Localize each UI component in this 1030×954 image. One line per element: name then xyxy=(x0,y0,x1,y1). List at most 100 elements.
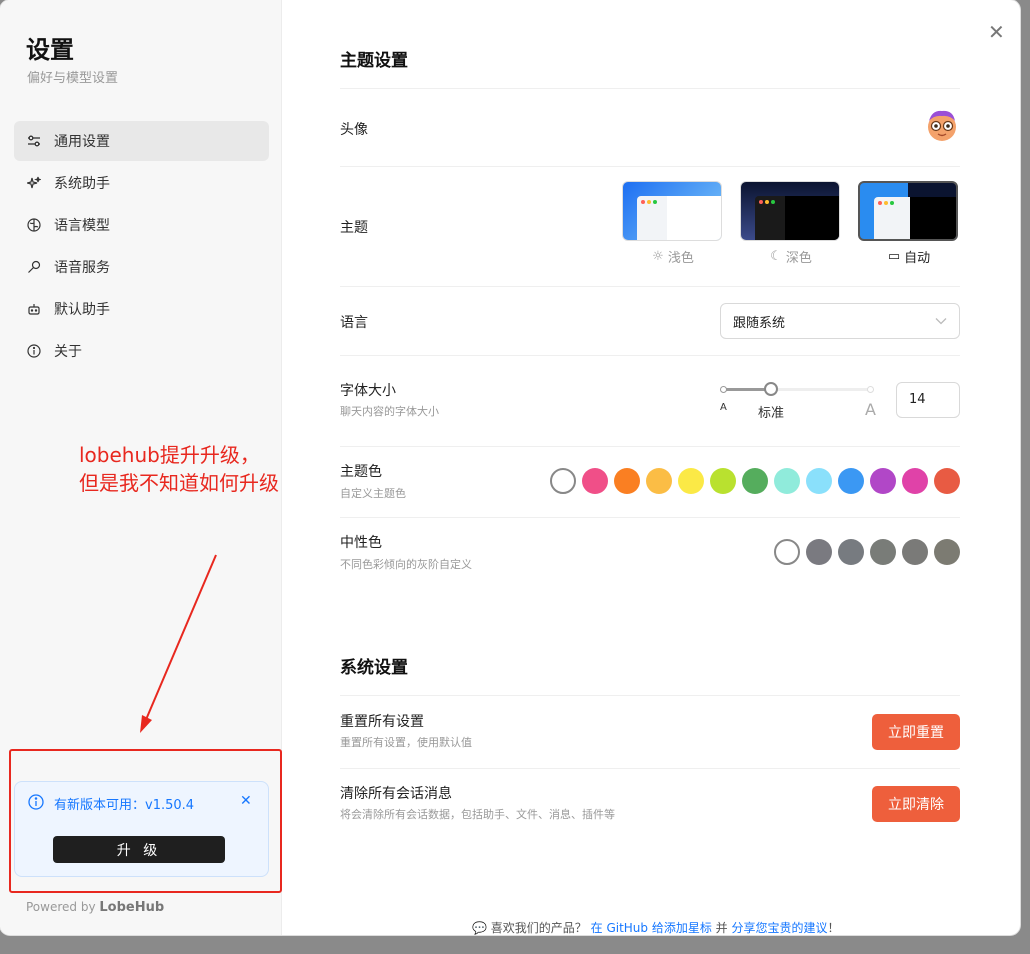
sidebar-item-llm[interactable]: 语言模型 xyxy=(14,205,269,245)
sidebar-item-label: 默认助手 xyxy=(54,302,110,318)
close-icon[interactable]: ✕ xyxy=(988,22,1005,42)
theme-preview-dark xyxy=(740,181,840,241)
system-section-title: 系统设置 xyxy=(340,658,408,678)
avatar-row: 头像 xyxy=(340,88,960,166)
moon-icon: ☾ xyxy=(770,249,782,264)
sidebar-item-label: 关于 xyxy=(54,344,82,360)
reset-label: 重置所有设置 xyxy=(340,714,424,730)
font-size-max-mark: A xyxy=(865,400,876,419)
color-swatch[interactable] xyxy=(582,468,608,494)
slider-handle[interactable] xyxy=(764,382,778,396)
main-panel: ✕ 主题设置 头像 主题 ☼ 浅色 ☾ 深色 ▭ 自动 语言 跟随系统 字体大小… xyxy=(282,0,1020,935)
footer: 💬 喜欢我们的产品？ 在 GitHub 给添加星标 并 分享您宝贵的建议！ xyxy=(472,919,840,935)
color-swatch[interactable] xyxy=(774,539,800,565)
color-swatch[interactable] xyxy=(806,539,832,565)
primary-color-swatches xyxy=(550,468,960,494)
primary-color-label: 主题色 xyxy=(340,464,382,480)
theme-option-auto[interactable]: ▭ 自动 xyxy=(858,181,960,266)
font-size-mid-mark: 标准 xyxy=(758,406,785,421)
sidebar-item-about[interactable]: 关于 xyxy=(14,331,269,371)
theme-preview-light xyxy=(622,181,722,241)
sidebar-item-label: 语音服务 xyxy=(54,260,110,276)
font-size-min-mark: A xyxy=(720,402,727,413)
bot-icon xyxy=(26,301,42,317)
reset-row: 重置所有设置 重置所有设置，使用默认值 立即重置 xyxy=(340,695,960,768)
language-label: 语言 xyxy=(340,315,368,331)
feedback-link[interactable]: 分享您宝贵的建议 xyxy=(732,921,828,935)
avatar[interactable] xyxy=(924,107,960,143)
color-swatch[interactable] xyxy=(934,468,960,494)
sidebar-item-label: 通用设置 xyxy=(54,134,110,150)
sidebar: 设置 偏好与模型设置 通用设置 系统助手 语言模型 语音服务 默认助手 关于 l… xyxy=(0,0,282,935)
color-swatch[interactable] xyxy=(870,539,896,565)
reset-desc: 重置所有设置，使用默认值 xyxy=(340,736,472,749)
font-size-label: 字体大小 xyxy=(340,383,396,399)
sidebar-item-label: 语言模型 xyxy=(54,218,110,234)
footer-middle: 并 xyxy=(715,921,728,935)
theme-option-label: 浅色 xyxy=(667,251,694,266)
brain-icon xyxy=(26,217,42,233)
font-size-desc: 聊天内容的字体大小 xyxy=(340,405,439,418)
color-swatch[interactable] xyxy=(646,468,672,494)
color-swatch[interactable] xyxy=(902,539,928,565)
powered-prefix: Powered by xyxy=(26,900,96,914)
color-swatch[interactable] xyxy=(550,468,576,494)
color-swatch[interactable] xyxy=(902,468,928,494)
language-select[interactable]: 跟随系统 xyxy=(720,303,960,339)
reset-button[interactable]: 立即重置 xyxy=(872,714,960,750)
theme-section-title: 主题设置 xyxy=(340,51,408,71)
page-subtitle: 偏好与模型设置 xyxy=(27,71,119,86)
font-size-input[interactable]: 14 xyxy=(896,382,960,418)
avatar-label: 头像 xyxy=(340,122,368,138)
color-swatch[interactable] xyxy=(774,468,800,494)
sidebar-item-system-agent[interactable]: 系统助手 xyxy=(14,163,269,203)
font-size-row: 字体大小 聊天内容的字体大小 A 标准 A 14 xyxy=(340,355,960,446)
sliders-icon xyxy=(26,133,42,149)
color-swatch[interactable] xyxy=(806,468,832,494)
microphone-icon xyxy=(26,259,42,275)
powered-by: Powered by LobeHub xyxy=(26,900,164,915)
color-swatch[interactable] xyxy=(614,468,640,494)
github-star-link[interactable]: 在 GitHub 给添加星标 xyxy=(591,921,712,935)
feedback-icon: 💬 xyxy=(472,921,487,935)
sidebar-item-general[interactable]: 通用设置 xyxy=(14,121,269,161)
theme-label: 主题 xyxy=(340,220,368,236)
sparkles-icon xyxy=(26,175,42,191)
settings-window: 设置 偏好与模型设置 通用设置 系统助手 语言模型 语音服务 默认助手 关于 l… xyxy=(0,0,1020,935)
footer-prefix: 喜欢我们的产品？ xyxy=(490,921,587,935)
sidebar-item-tts[interactable]: 语音服务 xyxy=(14,247,269,287)
sidebar-item-label: 系统助手 xyxy=(54,176,110,192)
theme-preview-auto xyxy=(858,181,958,241)
theme-picker: ☼ 浅色 ☾ 深色 ▭ 自动 xyxy=(622,181,960,266)
sun-icon: ☼ xyxy=(652,249,664,264)
language-row: 语言 跟随系统 xyxy=(340,286,960,355)
primary-color-desc: 自定义主题色 xyxy=(340,487,406,500)
sidebar-nav: 通用设置 系统助手 语言模型 语音服务 默认助手 关于 xyxy=(14,121,269,373)
clear-label: 清除所有会话消息 xyxy=(340,786,452,802)
page-title: 设置 xyxy=(26,36,74,64)
neutral-color-swatches xyxy=(774,539,960,565)
theme-option-light[interactable]: ☼ 浅色 xyxy=(622,181,724,266)
theme-option-label: 自动 xyxy=(904,251,931,266)
info-icon xyxy=(26,343,42,359)
font-size-slider[interactable]: A 标准 A xyxy=(720,382,876,424)
color-swatch[interactable] xyxy=(838,539,864,565)
color-swatch[interactable] xyxy=(678,468,704,494)
sidebar-item-default-agent[interactable]: 默认助手 xyxy=(14,289,269,329)
monitor-icon: ▭ xyxy=(887,249,901,264)
primary-color-row: 主题色 自定义主题色 xyxy=(340,446,960,517)
language-value: 跟随系统 xyxy=(733,315,786,331)
color-swatch[interactable] xyxy=(742,468,768,494)
powered-brand: LobeHub xyxy=(99,900,165,915)
theme-option-label: 深色 xyxy=(785,251,812,266)
color-swatch[interactable] xyxy=(934,539,960,565)
clear-row: 清除所有会话消息 将会清除所有会话数据，包括助手、文件、消息、插件等 立即清除 xyxy=(340,768,960,840)
clear-desc: 将会清除所有会话数据，包括助手、文件、消息、插件等 xyxy=(340,808,615,821)
clear-button[interactable]: 立即清除 xyxy=(872,786,960,822)
neutral-color-row: 中性色 不同色彩倾向的灰阶自定义 xyxy=(340,517,960,587)
color-swatch[interactable] xyxy=(710,468,736,494)
neutral-color-desc: 不同色彩倾向的灰阶自定义 xyxy=(340,558,472,571)
color-swatch[interactable] xyxy=(870,468,896,494)
color-swatch[interactable] xyxy=(838,468,864,494)
theme-option-dark[interactable]: ☾ 深色 xyxy=(740,181,842,266)
